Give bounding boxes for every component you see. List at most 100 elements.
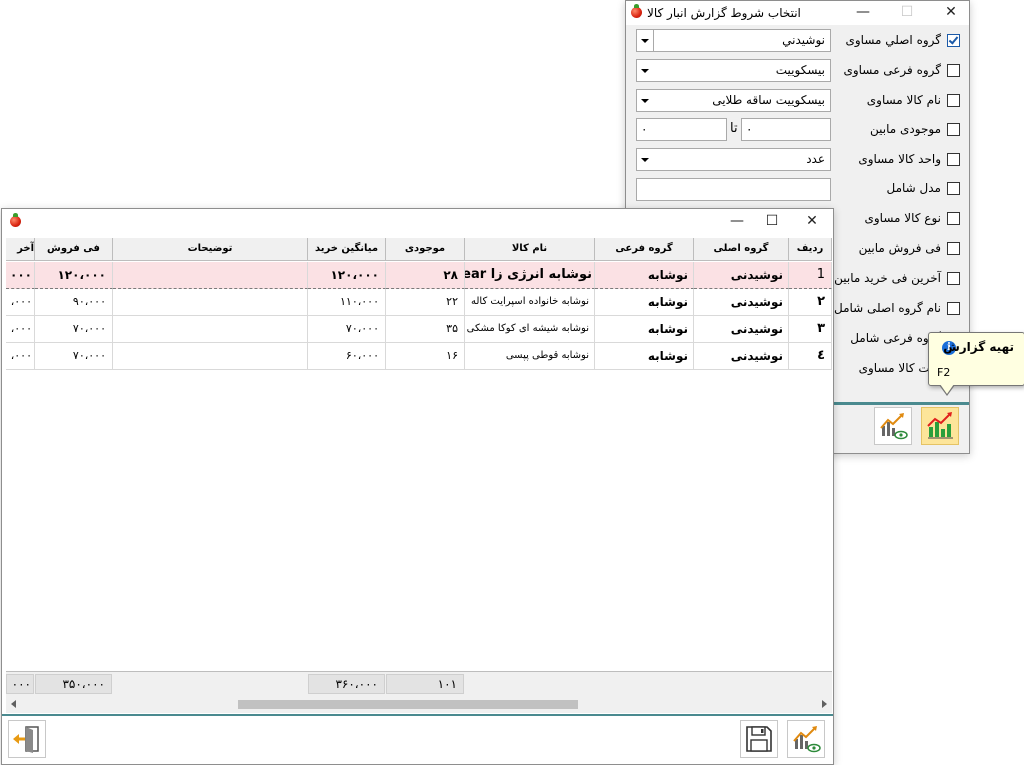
cell-stock: ۲۲ xyxy=(386,289,465,316)
cell-row-number: ۳ xyxy=(789,316,832,343)
cell-sell-price: ۹۰،۰۰۰ xyxy=(35,289,113,316)
table-row[interactable]: 1 نوشیدنی نوشابه نوشابه انرژی زا big bea… xyxy=(6,262,832,289)
condition-label: گروه فرعی مساوی xyxy=(843,63,941,77)
scroll-left-icon[interactable] xyxy=(6,696,23,713)
checkbox[interactable] xyxy=(947,64,960,77)
scroll-thumb[interactable] xyxy=(238,700,578,709)
cell-sub-group: نوشابه xyxy=(595,262,694,289)
save-button[interactable] xyxy=(740,720,778,758)
cell-main-group: نوشیدنی xyxy=(694,316,789,343)
condition-stock-range[interactable]: موجودی مابین xyxy=(831,120,963,140)
chart-eye-icon xyxy=(793,726,821,753)
checkbox[interactable] xyxy=(947,302,960,315)
checkbox[interactable] xyxy=(947,242,960,255)
condition-model[interactable]: مدل شامل xyxy=(831,179,963,199)
unit-value: عدد xyxy=(806,152,825,166)
cell-avg-buy: ۶۰،۰۰۰ xyxy=(308,343,386,370)
cell-main-group: نوشیدنی xyxy=(694,289,789,316)
sub-group-value: بیسکوییت xyxy=(775,63,825,77)
horizontal-scrollbar[interactable] xyxy=(6,696,832,713)
close-icon[interactable]: ✕ xyxy=(797,210,827,234)
column-header-sub-group[interactable]: گروه فرعی xyxy=(595,238,694,261)
report-tooltip: i تهیه گزارش F2 xyxy=(928,332,1024,396)
totals-footer: ۱۰۱ ۳۶۰،۰۰۰ ۳۵۰،۰۰۰ ۰۰۰ xyxy=(6,671,832,696)
stock-from-input[interactable]: ۰ xyxy=(741,118,831,141)
condition-unit[interactable]: واحد کالا مساوی xyxy=(831,150,963,170)
checkbox[interactable] xyxy=(947,123,960,136)
condition-sub-group[interactable]: گروه فرعی مساوی xyxy=(831,61,963,81)
cell-last: ۰۰۰ xyxy=(6,262,35,289)
exit-door-icon xyxy=(13,726,39,753)
cell-avg-buy: ۷۰،۰۰۰ xyxy=(308,316,386,343)
column-header-product-name[interactable]: نام کالا xyxy=(465,238,595,261)
condition-last-buy-price-range[interactable]: آخرین فی خرید مابین xyxy=(831,269,963,289)
checkbox[interactable] xyxy=(947,94,960,107)
condition-sell-price-range[interactable]: فی فروش مابین xyxy=(831,239,963,259)
condition-main-group[interactable]: گروه اصلي مساوی xyxy=(831,31,963,51)
cell-sub-group: نوشابه xyxy=(595,289,694,316)
cell-row-number: ٤ xyxy=(789,343,832,370)
main-group-value: نوشيدني xyxy=(782,33,825,47)
report-window-titlebar: — ☐ ✕ xyxy=(2,209,833,235)
condition-main-group-name[interactable]: نام گروه اصلی شامل xyxy=(831,299,963,319)
column-header-main-group[interactable]: گروه اصلی xyxy=(694,238,789,261)
cell-avg-buy: ۱۱۰،۰۰۰ xyxy=(308,289,386,316)
maximize-icon[interactable]: ☐ xyxy=(757,210,787,234)
table-row[interactable]: ٤ نوشیدنی نوشابه نوشابه قوطی پپسی ۱۶ ۶۰،… xyxy=(6,343,832,370)
cell-product-name: نوشابه شیشه ای کوکا مشکی xyxy=(465,316,595,343)
preview-report-button[interactable] xyxy=(874,407,912,445)
chevron-down-icon[interactable] xyxy=(637,149,653,170)
chevron-down-icon[interactable] xyxy=(637,60,653,81)
column-header-sell-price[interactable]: فی فروش xyxy=(35,238,113,261)
checkbox-checked[interactable] xyxy=(947,34,960,47)
stock-to-label: تا xyxy=(730,121,738,136)
product-name-combo[interactable]: بیسکوییت ساقه طلایی xyxy=(636,89,831,112)
cell-description xyxy=(113,343,308,370)
cell-last: ۰۰۰، xyxy=(6,289,35,316)
close-icon[interactable]: ✕ xyxy=(936,1,966,25)
cell-description xyxy=(113,289,308,316)
main-group-combo[interactable]: نوشيدني xyxy=(636,29,831,52)
product-name-value: بیسکوییت ساقه طلایی xyxy=(712,93,825,107)
unit-combo[interactable]: عدد xyxy=(636,148,831,171)
chevron-down-icon[interactable] xyxy=(637,90,653,111)
condition-product-name[interactable]: نام کالا مساوی xyxy=(831,91,963,111)
condition-label: واحد کالا مساوی xyxy=(858,152,941,166)
checkbox[interactable] xyxy=(947,212,960,225)
column-header-description[interactable]: توضیحات xyxy=(113,238,308,261)
stock-to-input[interactable]: ۰ xyxy=(636,118,727,141)
column-header-stock[interactable]: موجودی xyxy=(386,238,465,261)
condition-label: فی فروش مابین xyxy=(858,241,941,255)
condition-label: نام گروه اصلی شامل xyxy=(833,301,941,315)
table-row[interactable]: ۳ نوشیدنی نوشابه نوشابه شیشه ای کوکا مشک… xyxy=(6,316,832,343)
total-last: ۰۰۰ xyxy=(6,674,34,694)
report-grid[interactable]: ردیف گروه اصلی گروه فرعی نام کالا موجودی… xyxy=(6,238,832,670)
minimize-icon[interactable]: — xyxy=(848,1,878,25)
checkbox[interactable] xyxy=(947,272,960,285)
preview-report-button[interactable] xyxy=(787,720,825,758)
total-stock: ۱۰۱ xyxy=(386,674,464,694)
app-tomato-icon xyxy=(10,213,21,227)
table-row[interactable]: ۲ نوشیدنی نوشابه نوشابه خانواده اسپرایت … xyxy=(6,289,832,316)
generate-report-button[interactable] xyxy=(921,407,959,445)
chevron-down-icon[interactable] xyxy=(637,30,654,51)
condition-label: نوع کالا مساوی xyxy=(864,211,941,225)
checkbox[interactable] xyxy=(947,182,960,195)
sub-group-combo[interactable]: بیسکوییت xyxy=(636,59,831,82)
chart-icon xyxy=(927,412,953,439)
cell-stock: ۳۵ xyxy=(386,316,465,343)
column-header-row-number[interactable]: ردیف xyxy=(789,238,832,261)
condition-label: گروه اصلي مساوی xyxy=(845,33,941,47)
minimize-icon[interactable]: — xyxy=(722,210,752,234)
column-header-last[interactable]: آخر xyxy=(6,238,35,261)
save-icon xyxy=(746,726,772,752)
cell-description xyxy=(113,262,308,289)
checkbox[interactable] xyxy=(947,153,960,166)
maximize-icon: ☐ xyxy=(900,4,914,20)
cell-product-name: نوشابه قوطی پپسی xyxy=(465,343,595,370)
model-input[interactable] xyxy=(636,178,831,201)
scroll-right-icon[interactable] xyxy=(815,696,832,713)
column-header-avg-buy[interactable]: میانگین خرید xyxy=(308,238,386,261)
exit-button[interactable] xyxy=(8,720,46,758)
condition-product-type[interactable]: نوع کالا مساوی xyxy=(831,209,963,229)
